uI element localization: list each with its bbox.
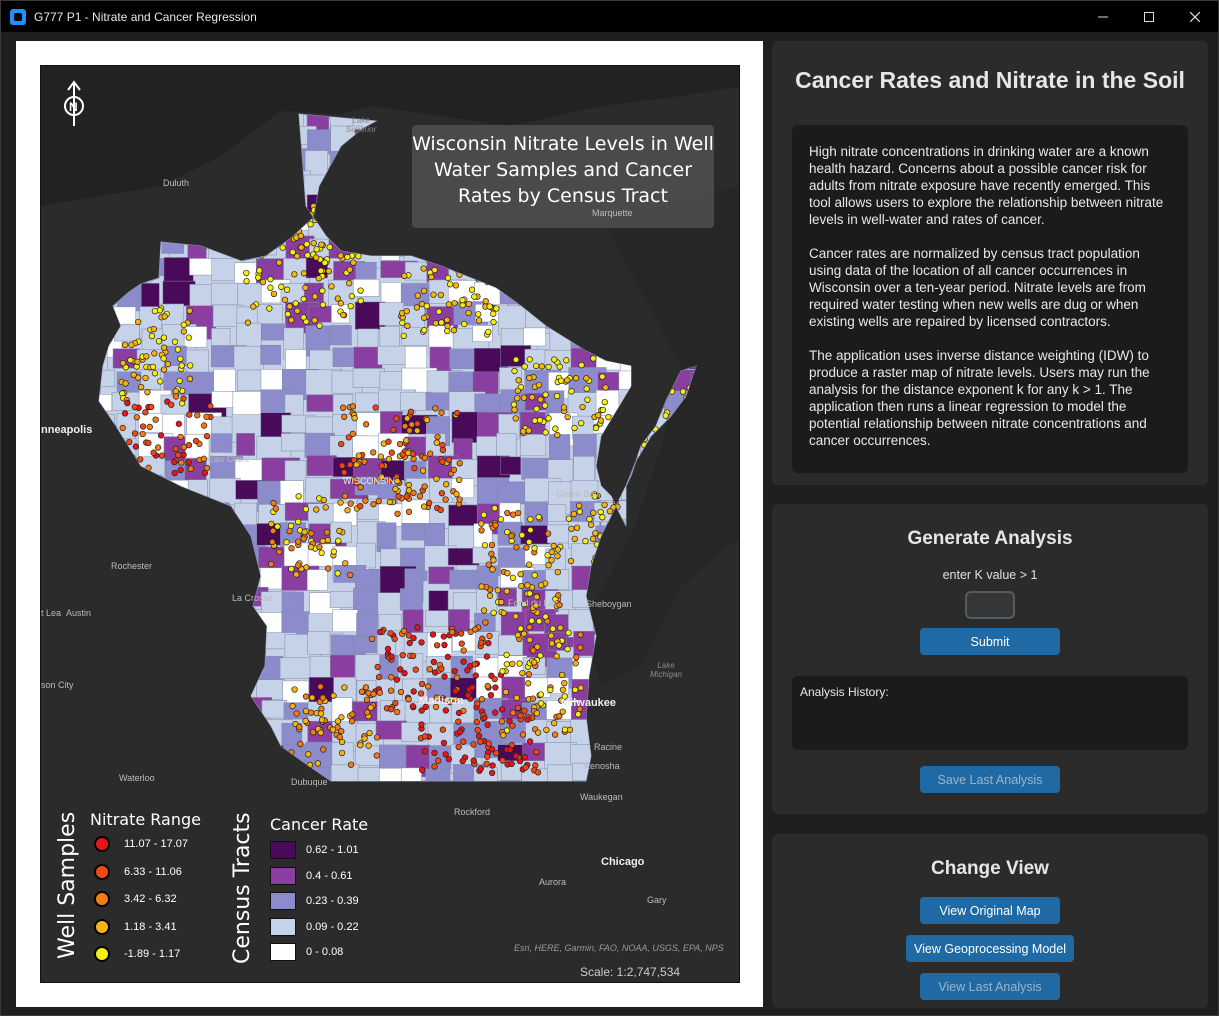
place-austin: Austin [66,608,92,618]
intro-title: Cancer Rates and Nitrate in the Soil [795,67,1185,93]
close-button[interactable] [1172,1,1218,32]
cancer-rate-swatch [270,943,296,961]
tract-legend-title: Cancer Rate [270,815,369,834]
map-panel: N Wisconsin Nitrate Levels in Well Water… [16,41,763,1007]
well-legend-item: 1.18 - 3.41 [94,918,177,935]
tract-legend-heading: Census Tracts [230,812,255,964]
map-scale: Scale: 1:2,747,534 [580,965,681,979]
nitrate-dot-icon [94,918,110,935]
analysis-history-box: Analysis History: [792,676,1188,750]
view-geoprocessing-model-button[interactable]: View Geoprocessing Model [906,935,1074,962]
place-duluth: Duluth [163,178,190,188]
well-legend-label: 6.33 - 11.06 [124,865,182,878]
place-madison: Madison [419,695,464,707]
view-original-map-button[interactable]: View Original Map [920,897,1060,924]
place-marquette: Marquette [592,208,633,218]
svg-text:N: N [69,100,78,114]
maximize-button[interactable] [1126,1,1172,32]
close-icon [1190,11,1200,22]
place-green-bay: Green Bay [556,489,600,499]
tract-legend-label: 0.62 - 1.01 [306,844,359,856]
place-minneapolis: nneapolis [41,424,93,436]
intro-card: Cancer Rates and Nitrate in the Soil Hig… [772,41,1208,485]
tract-legend-item: 0.09 - 0.22 [270,917,359,936]
view-last-analysis-button[interactable]: View Last Analysis [920,973,1060,1000]
place-lake-michigan: Lake Michigan [649,661,682,679]
view-card: Change View View Original Map View Geopr… [772,834,1208,1008]
submit-button[interactable]: Submit [920,628,1060,655]
well-legend-item: -1.89 - 1.17 [94,946,180,962]
place-waukegan: Waukegan [580,792,623,802]
nitrate-dot-icon [94,863,110,880]
place-rockford: Rockford [454,807,491,817]
k-value-label: enter K value > 1 [942,568,1038,582]
cancer-rate-swatch [270,892,296,910]
place-waterloo: Waterloo [119,773,155,783]
place-la-crosse: La Crosse [232,593,274,603]
place-kenosha: Kenosha [584,761,620,771]
well-legend-label: 11.07 - 17.07 [124,838,189,850]
place-aurora: Aurora [539,877,567,887]
minimize-icon [1098,16,1108,17]
maximize-icon [1144,11,1154,22]
place-sheboygan: Sheboygan [586,599,632,609]
nitrate-dot-icon [94,891,110,907]
description-paragraph-2: Cancer rates are normalized by census tr… [809,246,1146,329]
title-bar: G777 P1 - Nitrate and Cancer Regression [1,1,1218,32]
map-attribution: Esri, HERE, Garmin, FAO, NOAA, USGS, EPA… [514,943,724,953]
place-milwaukee: Milwaukee [561,697,617,709]
well-legend-label: 3.42 - 6.32 [124,893,177,905]
place-lake-superior: Lake Superior [345,116,377,134]
well-legend-label: 1.18 - 3.41 [124,920,177,933]
minimize-button[interactable] [1080,1,1126,32]
place-mason-city: son City [41,680,74,690]
well-legend-item: 6.33 - 11.06 [94,863,182,880]
place-fond-du-lac: Fond du Lac [508,598,559,608]
tract-legend-label: 0 - 0.08 [306,946,344,958]
nitrate-dot-icon [94,946,110,962]
tract-legend-item: 0.23 - 0.39 [270,892,359,910]
analysis-history-label: Analysis History: [800,685,889,699]
window-controls [1080,1,1218,32]
cancer-rate-swatch [270,866,296,885]
tract-legend-item: 0.62 - 1.01 [270,841,359,859]
description-box: High nitrate concentrations in drinking … [792,125,1188,473]
place-gary: Gary [647,895,667,905]
window-title: G777 P1 - Nitrate and Cancer Regression [34,9,257,24]
place-albert-lea: t Lea [41,608,62,618]
app-icon [10,8,26,25]
description-paragraph-3: The application uses inverse distance we… [809,348,1150,448]
well-legend-label: -1.89 - 1.17 [124,948,181,960]
place-dubuque: Dubuque [291,777,328,787]
cancer-rate-swatch [270,917,296,936]
tract-legend-label: 0.23 - 0.39 [306,895,359,907]
tract-legend-item: 0.4 - 0.61 [270,866,353,885]
cancer-rate-swatch [270,841,296,859]
analysis-card: Generate Analysis enter K value > 1 Subm… [772,504,1208,814]
well-legend-item: 3.42 - 6.32 [94,891,177,907]
place-eau-claire: Eau Claire [208,454,251,464]
analysis-title: Generate Analysis [907,528,1073,549]
place-rochester: Rochester [111,561,153,571]
save-last-analysis-button[interactable]: Save Last Analysis [920,766,1060,793]
k-value-input[interactable] [965,591,1015,619]
view-title: Change View [931,858,1049,879]
tract-legend-label: 0.09 - 0.22 [306,920,359,933]
description-paragraph-1: High nitrate concentrations in drinking … [809,144,1164,227]
app-window: G777 P1 - Nitrate and Cancer Regression [0,0,1219,1016]
place-wisconsin: WISCONSIN [343,476,396,486]
well-legend-heading: Well Samples [55,811,80,959]
tract-legend-label: 0.4 - 0.61 [306,869,353,882]
map-title: Wisconsin Nitrate Levels in Well Water S… [412,125,714,228]
place-chicago: Chicago [601,856,645,868]
map-image: N Wisconsin Nitrate Levels in Well Water… [40,65,740,983]
well-legend-title: Nitrate Range [90,810,201,829]
tract-legend-item: 0 - 0.08 [270,943,343,961]
well-legend-item: 11.07 - 17.07 [94,836,188,852]
nitrate-dot-icon [94,836,110,852]
place-racine: Racine [594,742,623,752]
